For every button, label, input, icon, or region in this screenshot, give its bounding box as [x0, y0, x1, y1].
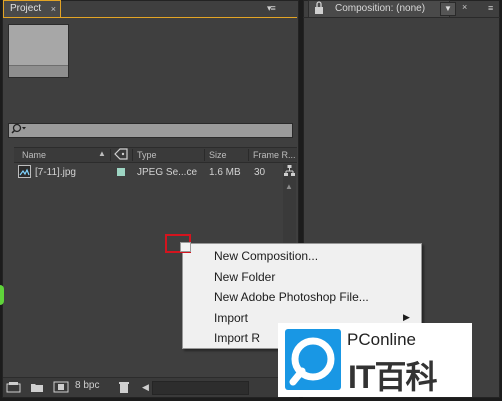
menu-item-import-recent[interactable]: Import R: [214, 331, 260, 345]
chevron-down-icon[interactable]: ▼: [440, 2, 456, 16]
menu-item-import[interactable]: Import: [214, 311, 248, 325]
menu-item-new-folder[interactable]: New Folder: [214, 270, 275, 284]
pconline-logo-icon: [285, 329, 341, 390]
horizontal-scrollbar[interactable]: [152, 381, 249, 395]
interpret-footage-icon[interactable]: [6, 381, 22, 396]
close-icon[interactable]: ×: [51, 1, 56, 17]
watermark-name: IT百科: [348, 359, 437, 395]
menu-item-new-photoshop-file[interactable]: New Adobe Photoshop File...: [214, 290, 369, 304]
cursor-icon: [180, 242, 191, 252]
tab-composition[interactable]: Composition: (none): [308, 0, 450, 17]
tab-project-label: Project: [10, 3, 42, 14]
column-header-type[interactable]: Type: [137, 150, 157, 160]
file-frame-rate: 30: [254, 167, 266, 178]
column-header-frame-rate[interactable]: Frame R...: [253, 150, 296, 160]
panel-divider: [303, 17, 500, 18]
submenu-arrow-icon: ▶: [403, 312, 410, 322]
trash-icon[interactable]: [118, 381, 130, 397]
search-icon[interactable]: [11, 122, 27, 138]
column-header-name[interactable]: Name: [22, 150, 46, 160]
bottom-toolbar: ◀: [3, 377, 297, 397]
watermark: PConline IT百科: [278, 323, 472, 397]
flowchart-icon: [284, 165, 295, 176]
panel-menu-icon[interactable]: ▾≡: [267, 3, 276, 14]
close-icon[interactable]: ×: [462, 2, 467, 12]
tab-project[interactable]: Project ×: [3, 0, 61, 17]
column-header-size[interactable]: Size: [209, 150, 227, 160]
panel-focus-border: [3, 17, 297, 18]
label-color-swatch[interactable]: [117, 168, 125, 176]
new-composition-icon[interactable]: [53, 381, 69, 396]
sort-up-icon[interactable]: ▲: [98, 149, 106, 158]
bit-depth-button[interactable]: 8 bpc: [75, 380, 99, 391]
tab-composition-label: Composition: (none): [335, 3, 426, 14]
panel-menu-icon[interactable]: ≡: [488, 3, 493, 13]
search-input[interactable]: [8, 123, 293, 138]
file-type: JPEG Se...ce: [137, 167, 198, 178]
scroll-up-icon[interactable]: ▲: [285, 182, 293, 191]
file-size: 1.6 MB: [209, 167, 241, 178]
columns-header: Name ▲ Type Size Frame R...: [14, 147, 297, 163]
edge-indicator: [0, 285, 4, 305]
file-name: [7-11].jpg: [35, 167, 76, 178]
table-row[interactable]: [7-11].jpg JPEG Se...ce 1.6 MB 30: [14, 164, 282, 181]
footage-thumbnail: [8, 24, 69, 78]
new-folder-icon[interactable]: [30, 381, 44, 396]
image-file-icon: [18, 165, 31, 181]
watermark-brand: PConline: [347, 330, 416, 349]
menu-item-new-composition[interactable]: New Composition...: [214, 249, 318, 263]
scroll-left-icon[interactable]: ◀: [142, 382, 149, 393]
label-tag-icon[interactable]: [114, 148, 128, 162]
